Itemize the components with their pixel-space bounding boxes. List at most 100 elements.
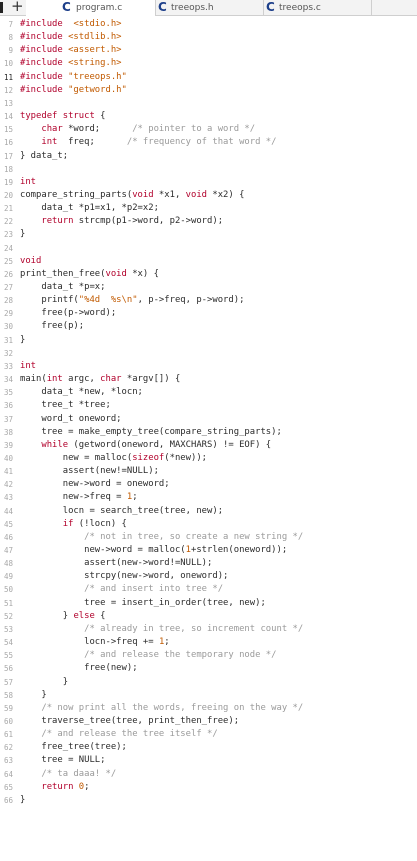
code-line[interactable]: 57 }	[0, 676, 417, 689]
new-tab-button[interactable]: +	[11, 0, 24, 15]
code-token: }	[20, 610, 74, 621]
code-line[interactable]: 24	[0, 242, 417, 255]
code-token: }	[20, 794, 26, 805]
code-line[interactable]: 27 data_t *p=x;	[0, 281, 417, 294]
code-line[interactable]: 55 /* and release the temporary node */	[0, 649, 417, 662]
code-line[interactable]: 42 new->word = oneword;	[0, 478, 417, 491]
code-line[interactable]: 33 int	[0, 360, 417, 373]
code-line[interactable]: 40 new = malloc(sizeof(*new));	[0, 452, 417, 465]
code-text: tree_t *tree;	[20, 399, 110, 412]
code-line[interactable]: 14 typedef struct {	[0, 110, 417, 123]
line-number: 58	[3, 690, 13, 700]
code-line[interactable]: 30 free(p);	[0, 320, 417, 333]
code-line[interactable]: 46 /* not in tree, so create a new strin…	[0, 531, 417, 544]
code-line[interactable]: 45 if (!locn) {	[0, 518, 417, 531]
code-line[interactable]: 26 print_then_free(void *x) {	[0, 268, 417, 281]
code-token: <stdlib.h>	[62, 32, 122, 43]
code-token: /* ta daaa! */	[41, 768, 117, 779]
code-line[interactable]: 15 char *word; /* pointer to a word */	[0, 123, 417, 136]
code-text: tree = insert_in_order(tree, new);	[20, 597, 266, 610]
code-token: tree = make_empty_tree(compare_string_pa…	[20, 426, 282, 437]
code-text: compare_string_parts(void *x1, void *x2)…	[20, 189, 244, 202]
code-line[interactable]: 65 return 0;	[0, 781, 417, 794]
code-line[interactable]: 44 locn = search_tree(tree, new);	[0, 505, 417, 518]
code-line[interactable]: 53 /* already in tree, so increment coun…	[0, 623, 417, 636]
code-line[interactable]: 59 /* now print all the words, freeing o…	[0, 702, 417, 715]
tab-label: treeops.c	[279, 3, 321, 13]
sidebar-toggle-edge[interactable]	[0, 2, 3, 13]
code-line[interactable]: 37 word_t oneword;	[0, 413, 417, 426]
code-line[interactable]: 20 compare_string_parts(void *x1, void *x…	[0, 189, 417, 202]
code-line[interactable]: 17} data_t;	[0, 150, 417, 163]
line-number: 45	[3, 519, 13, 529]
code-token: char	[41, 124, 63, 135]
code-token: "treeops.h"	[62, 71, 127, 82]
code-line[interactable]: 13	[0, 97, 417, 110]
code-line[interactable]: 25 void	[0, 255, 417, 268]
line-number: 59	[3, 703, 13, 713]
code-line[interactable]: 19 int	[0, 176, 417, 189]
code-line[interactable]: 61 /* and release the tree itself */	[0, 728, 417, 741]
code-line[interactable]: 10 #include <string.h>	[0, 57, 417, 70]
code-line[interactable]: 43 new->freq = 1;	[0, 491, 417, 504]
code-line[interactable]: 21 data_t *p1=x1, *p2=x2;	[0, 202, 417, 215]
code-line[interactable]: 34 main(int argc, char *argv[]) {	[0, 373, 417, 386]
line-number: 34	[3, 375, 13, 385]
code-line[interactable]: 50 /* and insert into tree */	[0, 583, 417, 596]
code-line[interactable]: 8 #include <stdlib.h>	[0, 31, 417, 44]
code-line[interactable]: 36 tree_t *tree;	[0, 399, 417, 412]
code-line[interactable]: 48 assert(new->word!=NULL);	[0, 557, 417, 570]
code-line[interactable]: 16 int freq; /* frequency of that word *…	[0, 136, 417, 149]
code-line[interactable]: 23}	[0, 228, 417, 241]
code-line[interactable]: 39 while (getword(oneword, MAXCHARS) != …	[0, 439, 417, 452]
code-text: new->word = oneword;	[20, 478, 170, 491]
code-line[interactable]: 60 traverse_tree(tree, print_then_free);	[0, 715, 417, 728]
line-number: 23	[3, 230, 13, 240]
code-text: }	[20, 794, 25, 807]
code-line[interactable]: 32	[0, 347, 417, 360]
code-text: assert(new->word!=NULL);	[20, 557, 212, 570]
code-line[interactable]: 18	[0, 163, 417, 176]
code-line[interactable]: 7 #include <stdio.h>	[0, 18, 417, 31]
code-line[interactable]: 22 return strcmp(p1->word, p2->word);	[0, 215, 417, 228]
code-token: /* and insert into tree */	[84, 584, 224, 595]
code-line[interactable]: 47 new->word = malloc(1+strlen(oneword))…	[0, 544, 417, 557]
code-line[interactable]: 12 #include "getword.h"	[0, 84, 417, 97]
code-line[interactable]: 11 #include "treeops.h"	[0, 71, 417, 84]
line-number: 13	[3, 98, 13, 108]
code-line[interactable]: 38 tree = make_empty_tree(compare_string…	[0, 426, 417, 439]
code-line[interactable]: 58 }	[0, 689, 417, 702]
code-token: <stdio.h>	[73, 19, 122, 29]
tab-program-c[interactable]: C program.c	[26, 0, 156, 17]
line-number: 20	[3, 190, 13, 200]
code-line[interactable]: 9 #include <assert.h>	[0, 44, 417, 57]
code-line[interactable]: 28 printf("%4d %s\n", p->freq, p->word);	[0, 294, 417, 307]
code-token: <assert.h>	[62, 45, 122, 56]
code-token: free(p);	[20, 321, 85, 332]
code-text: tree = make_empty_tree(compare_string_pa…	[20, 426, 282, 439]
code-editor[interactable]: 7 #include <stdio.h> 8 #include <stdlib.h> 9…	[0, 16, 417, 861]
code-text: free(new);	[20, 662, 137, 675]
code-line[interactable]: 29 free(p->word);	[0, 307, 417, 320]
tab-treeops-h[interactable]: C treeops.h	[156, 0, 264, 16]
code-line[interactable]: 63 tree = NULL;	[0, 754, 417, 767]
code-line[interactable]: 66}	[0, 794, 417, 807]
code-token: new = malloc(	[20, 452, 133, 463]
code-line[interactable]: 49 strcpy(new->word, oneword);	[0, 570, 417, 583]
code-line[interactable]: 64 /* ta daaa! */	[0, 768, 417, 781]
c-file-icon: C	[266, 0, 275, 14]
code-line[interactable]: 54 locn->freq += 1;	[0, 636, 417, 649]
code-line[interactable]: 56 free(new);	[0, 662, 417, 675]
code-line[interactable]: 31}	[0, 334, 417, 347]
line-number: 12	[3, 85, 13, 95]
code-token: data_t *p1=x1, *p2=x2;	[20, 203, 159, 214]
code-text: while (getword(oneword, MAXCHARS) != EOF…	[20, 439, 271, 452]
code-line[interactable]: 41 assert(new!=NULL);	[0, 465, 417, 478]
tab-treeops-c[interactable]: C treeops.c	[264, 0, 372, 16]
code-line[interactable]: 62 free_tree(tree);	[0, 741, 417, 754]
code-token: , p->freq, p->word);	[137, 295, 245, 306]
code-line[interactable]: 35 data_t *new, *locn;	[0, 386, 417, 399]
code-line[interactable]: 51 tree = insert_in_order(tree, new);	[0, 597, 417, 610]
code-line[interactable]: 52 } else {	[0, 610, 417, 623]
